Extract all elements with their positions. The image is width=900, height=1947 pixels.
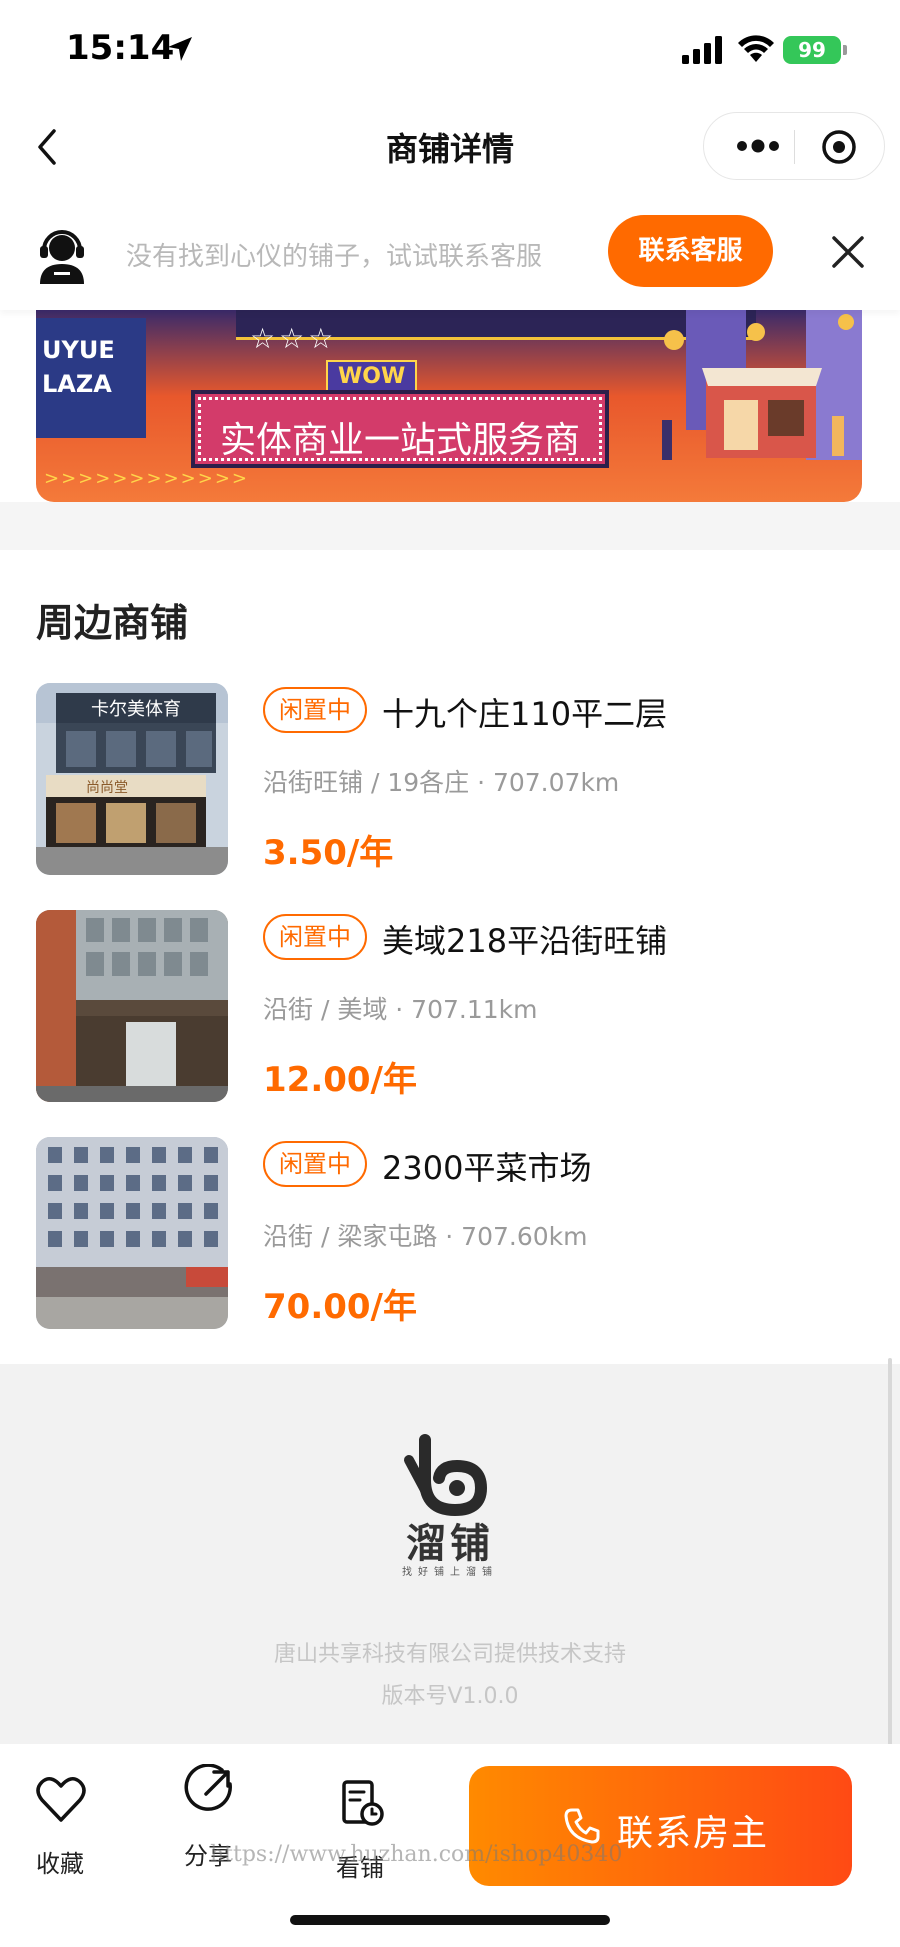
- home-indicator[interactable]: [290, 1915, 610, 1925]
- promo-stars: ☆☆☆: [250, 322, 338, 355]
- shop-name: 十九个庄110平二层: [382, 695, 668, 733]
- shop-price: 12.00/年: [263, 1060, 417, 1100]
- brand-tagline: 找好铺上溜铺: [402, 1567, 498, 1578]
- shop-card[interactable]: 闲置中 美域218平沿街旺铺 沿街 / 美域 · 707.11km 12.00/…: [36, 910, 866, 1102]
- shopfront-illustration: [662, 310, 862, 460]
- promo-sign-line1: UYUE: [42, 336, 115, 364]
- close-icon[interactable]: [830, 234, 866, 270]
- shop-photo-1: 卡尔美体育 尚尚堂: [36, 683, 228, 875]
- status-time: 15:14: [66, 28, 175, 68]
- status-bar: 15:14 99: [0, 0, 900, 100]
- more-icon[interactable]: [734, 135, 782, 157]
- shop-price: 70.00/年: [263, 1287, 417, 1327]
- nearby-section-title: 周边商铺: [36, 601, 189, 645]
- promo-slogan: 实体商业一站式服务商: [219, 420, 580, 461]
- shop-thumbnail: [36, 1137, 228, 1329]
- customer-service-banner: 没有找到心仪的铺子，试试联系客服 联系客服: [0, 212, 900, 310]
- shop-meta: 沿街旺铺 / 19各庄 · 707.07km: [263, 768, 620, 797]
- brand-name: 溜铺: [406, 1521, 494, 1567]
- promo-wow: WOW: [326, 360, 418, 393]
- shop-photo-sign2: 尚尚堂: [86, 780, 128, 796]
- shop-meta: 沿街 / 美域 · 707.11km: [263, 995, 538, 1024]
- tech-support-text: 唐山共享科技有限公司提供技术支持: [273, 1642, 626, 1667]
- signal-icon: [682, 36, 722, 64]
- battery-icon: 99: [783, 36, 841, 64]
- promo-slogan-panel: 实体商业一站式服务商: [191, 390, 609, 468]
- contact-landlord-button[interactable]: 联系房主: [469, 1766, 852, 1886]
- capsule-divider: [794, 130, 795, 164]
- version-text: 版本号V1.0.0: [381, 1684, 519, 1709]
- promo-arrows: >>>>>>>>>>>>: [44, 468, 249, 489]
- mini-program-capsule: [703, 112, 885, 180]
- service-hint-text: 没有找到心仪的铺子，试试联系客服: [126, 242, 543, 272]
- status-badge: 闲置中: [263, 1141, 367, 1187]
- nav-bar: 商铺详情: [0, 100, 900, 210]
- shop-card[interactable]: 卡尔美体育 尚尚堂 闲置中 十九个庄110平二层 沿街旺铺 / 19各庄 · 7…: [36, 683, 866, 875]
- shop-price: 3.50/年: [263, 833, 394, 873]
- shop-meta: 沿街 / 梁家屯路 · 707.60km: [263, 1222, 588, 1251]
- favorite-button[interactable]: 收藏: [10, 1744, 120, 1878]
- section-separator: [0, 502, 900, 550]
- shop-name: 2300平菜市场: [382, 1149, 592, 1187]
- contact-service-button[interactable]: 联系客服: [608, 215, 773, 287]
- view-schedule-icon: [342, 1780, 384, 1826]
- close-miniprogram-icon[interactable]: [821, 129, 857, 165]
- shop-card[interactable]: 闲置中 2300平菜市场 沿街 / 梁家屯路 · 707.60km 70.00/…: [36, 1137, 866, 1329]
- phone-icon: [564, 1808, 600, 1844]
- promo-sign: UYUE LAZA: [36, 318, 146, 438]
- shop-thumbnail: [36, 910, 228, 1102]
- promo-banner[interactable]: UYUE LAZA ☆☆☆ WOW 实体商业一站式服务商 >>>>>>>>>>>…: [36, 310, 862, 502]
- footer: 溜铺 找好铺上溜铺 唐山共享科技有限公司提供技术支持 版本号V1.0.0: [0, 1364, 900, 1744]
- shop-name: 美域218平沿街旺铺: [382, 922, 668, 960]
- contact-landlord-label: 联系房主: [617, 1813, 770, 1854]
- share-icon: [184, 1764, 232, 1811]
- favorite-label: 收藏: [36, 1850, 84, 1878]
- location-arrow-icon: [168, 37, 192, 61]
- shop-photo-sign: 卡尔美体育: [91, 699, 181, 720]
- promo-sign-line2: LAZA: [42, 370, 112, 398]
- customer-service-icon: [40, 230, 84, 284]
- battery-tip: [843, 45, 847, 55]
- shop-photo-3: [36, 1137, 228, 1329]
- wifi-icon: [738, 35, 774, 62]
- status-badge: 闲置中: [263, 687, 367, 733]
- shop-photo-2: [36, 910, 228, 1102]
- watermark-text: https://www.huzhan.com/ishop40340: [210, 1842, 623, 1867]
- shop-thumbnail: 卡尔美体育 尚尚堂: [36, 683, 228, 875]
- status-badge: 闲置中: [263, 914, 367, 960]
- heart-icon: [36, 1777, 86, 1822]
